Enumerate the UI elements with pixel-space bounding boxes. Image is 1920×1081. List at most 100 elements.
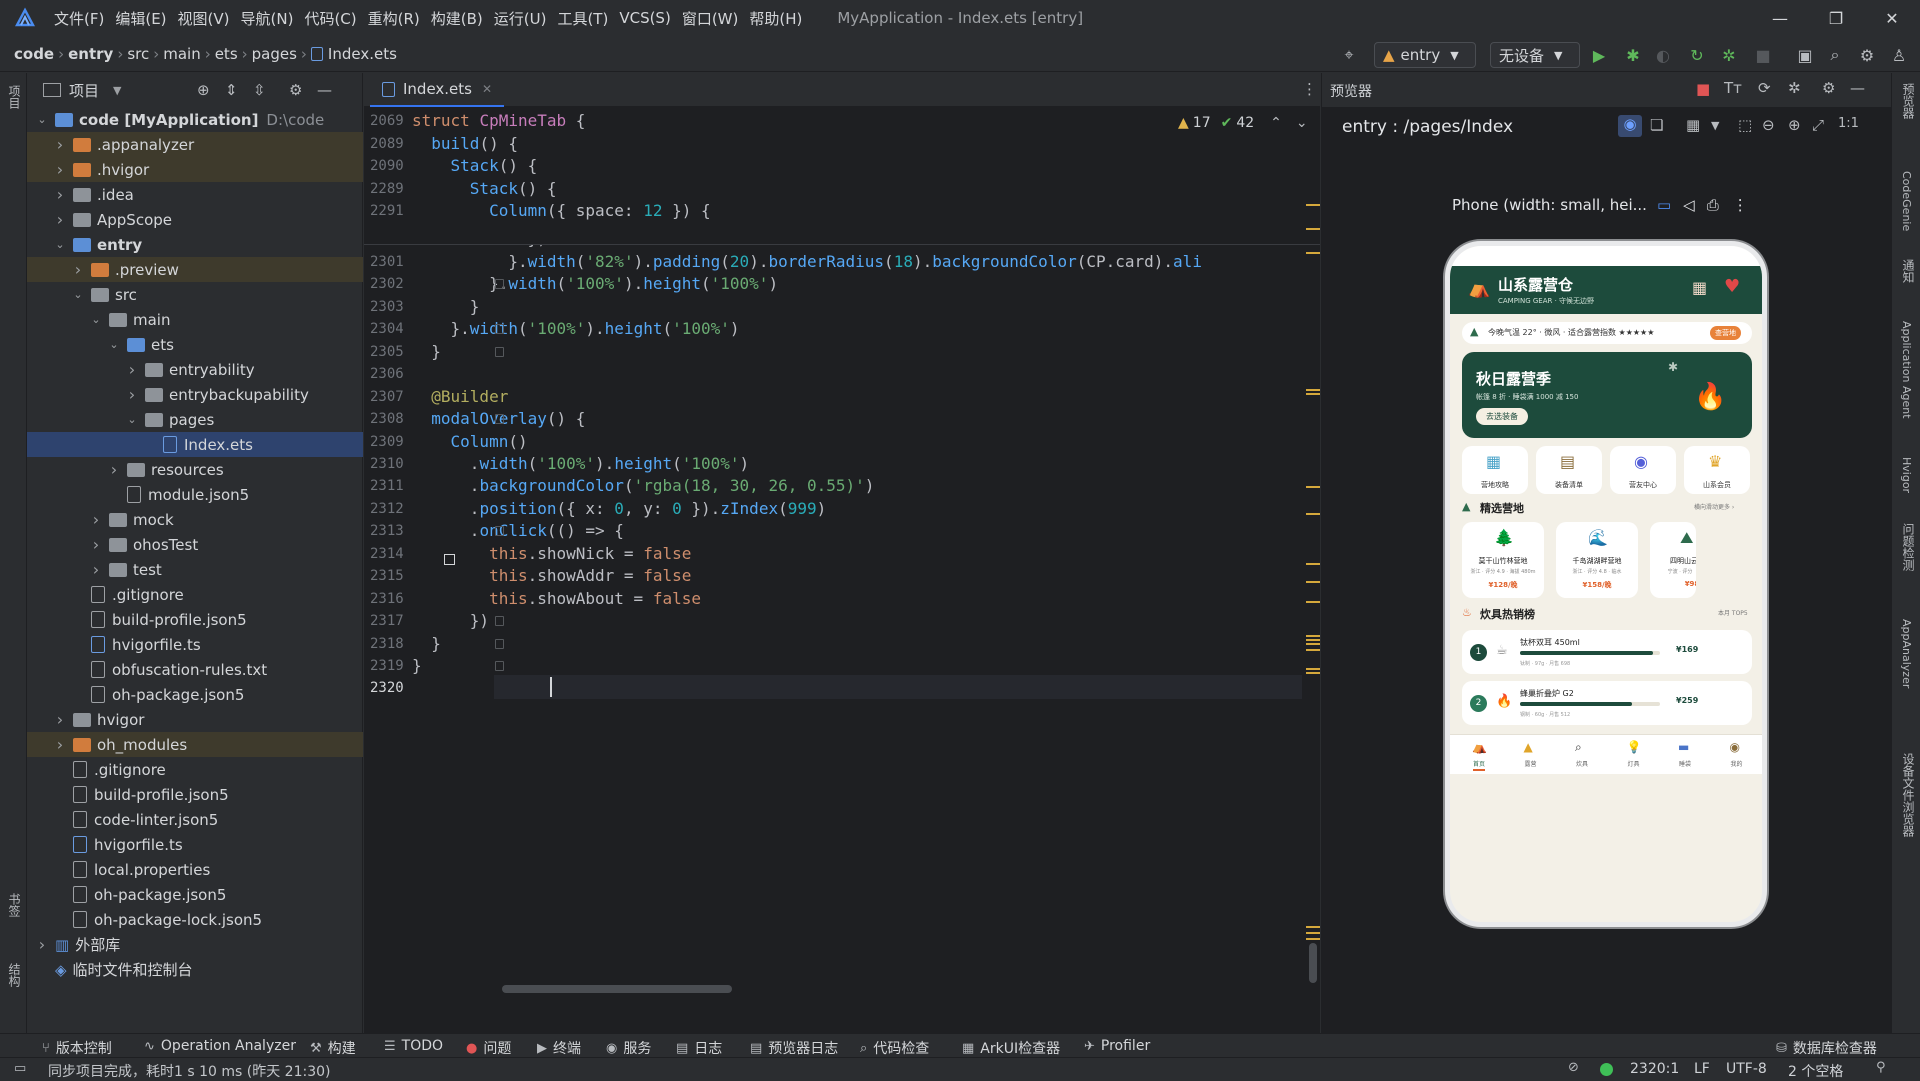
- chevron-down-icon[interactable]: ⌄: [71, 288, 85, 301]
- tree-item[interactable]: hvigorfile.ts: [27, 832, 363, 857]
- section-more-link[interactable]: 本月 TOP5: [1718, 608, 1748, 617]
- section-more-link[interactable]: 横向滑动更多 ›: [1694, 502, 1734, 511]
- breadcrumb-item[interactable]: pages: [252, 45, 297, 63]
- menu-item[interactable]: 文件(F): [54, 8, 104, 29]
- tree-item[interactable]: › hvigor: [27, 707, 363, 732]
- expand-all-icon[interactable]: ⇕: [225, 81, 238, 99]
- refresh-icon[interactable]: ⟳: [1758, 79, 1771, 97]
- codegenie-tool-button[interactable]: CodeGenie: [1900, 171, 1913, 231]
- breadcrumb-item[interactable]: src: [127, 45, 149, 63]
- horizontal-scrollbar[interactable]: [502, 985, 732, 993]
- tree-item[interactable]: hvigorfile.ts: [27, 632, 363, 657]
- shortcut-item[interactable]: ▦ 营地攻略: [1462, 446, 1528, 494]
- tree-item[interactable]: › test: [27, 557, 363, 582]
- breadcrumb-item[interactable]: code: [14, 45, 54, 63]
- grid-icon[interactable]: ▦: [1686, 116, 1700, 134]
- tool-window-button[interactable]: ▤ 预览器日志: [750, 1038, 838, 1058]
- tree-item[interactable]: › resources: [27, 457, 363, 482]
- menu-item[interactable]: 构建(B): [431, 8, 483, 29]
- tree-item[interactable]: › ohosTest: [27, 532, 363, 557]
- breadcrumb-item[interactable]: main: [163, 45, 200, 63]
- attach-debugger-icon[interactable]: ✲: [1718, 44, 1740, 66]
- heart-icon[interactable]: ♥: [1724, 276, 1740, 297]
- collapse-all-icon[interactable]: ⇳: [253, 81, 266, 99]
- close-window-button[interactable]: ✕: [1864, 0, 1920, 36]
- locate-icon[interactable]: ⊕: [197, 81, 210, 99]
- fold-marker-icon[interactable]: [495, 616, 504, 627]
- rotate-icon[interactable]: ⎙: [1707, 196, 1719, 214]
- error-stripe-mark[interactable]: [1306, 635, 1320, 637]
- more-options-icon[interactable]: ⋮: [1733, 196, 1748, 214]
- tool-window-button[interactable]: ☰ TODO: [384, 1038, 443, 1054]
- project-structure-icon[interactable]: ▣: [1794, 44, 1816, 66]
- menu-item[interactable]: VCS(S): [619, 9, 670, 27]
- previewer-tool-button[interactable]: 预览器: [1900, 83, 1917, 119]
- tree-item[interactable]: › .appanalyzer: [27, 132, 363, 157]
- profile-icon[interactable]: ◐: [1652, 44, 1674, 66]
- menu-item[interactable]: 编辑(E): [115, 8, 166, 29]
- error-stripe-mark[interactable]: [1306, 643, 1320, 645]
- back-icon[interactable]: ◁: [1683, 196, 1695, 214]
- error-stripe-mark[interactable]: [1306, 513, 1320, 515]
- tree-item[interactable]: ◈ 临时文件和控制台: [27, 957, 363, 982]
- tree-item[interactable]: ⌄ code [MyApplication] D:\code: [27, 107, 363, 132]
- chevron-down-icon[interactable]: ▼: [113, 84, 121, 97]
- fold-marker-icon[interactable]: [495, 324, 504, 335]
- error-stripe-mark[interactable]: [1306, 672, 1320, 674]
- tool-window-button[interactable]: ▤ 日志: [676, 1038, 722, 1058]
- problem-detect-tool-button[interactable]: 问题检测: [1900, 523, 1917, 571]
- zoom-in-icon[interactable]: ⊕: [1788, 116, 1801, 134]
- error-stripe-mark[interactable]: [1306, 649, 1320, 651]
- chevron-right-icon[interactable]: ›: [89, 535, 103, 554]
- tool-window-button[interactable]: ▶ 终端: [537, 1038, 581, 1058]
- project-tool-button[interactable]: 项目: [6, 85, 23, 109]
- menu-item[interactable]: 帮助(H): [749, 8, 802, 29]
- code-line[interactable]: .onClick(() => {: [412, 521, 624, 540]
- phone-preview[interactable]: ⛺ 山系露营仓 CAMPING GEAR · 守候无边野 ▦ ♥ ▲ 今晚气温 …: [1445, 241, 1767, 927]
- error-stripe-mark[interactable]: [1306, 938, 1320, 940]
- file-encoding[interactable]: UTF-8: [1726, 1061, 1767, 1077]
- tree-item[interactable]: › entryability: [27, 357, 363, 382]
- code-line[interactable]: }.width('82%').padding(20).borderRadius(…: [412, 252, 1202, 271]
- code-line[interactable]: }: [412, 342, 441, 361]
- tree-item[interactable]: › .idea: [27, 182, 363, 207]
- chevron-right-icon[interactable]: ›: [53, 135, 67, 154]
- code-line[interactable]: }): [412, 611, 489, 630]
- bottom-tab[interactable]: ⛺ 首页: [1454, 739, 1504, 773]
- tool-window-button[interactable]: ⌕ 代码检查: [860, 1038, 929, 1058]
- chevron-down-icon[interactable]: ⌄: [53, 238, 67, 251]
- camp-card[interactable]: 🌊 千岛湖湖畔营地 浙江 · 评分 4.8 · 临水 ¥158/晚: [1556, 522, 1638, 598]
- tree-item[interactable]: ⌄ src: [27, 282, 363, 307]
- tree-item[interactable]: ⌄ pages: [27, 407, 363, 432]
- menu-item[interactable]: 重构(R): [368, 8, 420, 29]
- ranking-item[interactable]: 1 ☕ 钛杯双耳 450ml 钛制 · 97g · 月售 698 ¥169: [1462, 630, 1752, 674]
- close-tab-icon[interactable]: ✕: [482, 82, 492, 96]
- one-to-one-icon[interactable]: 1:1: [1838, 116, 1859, 131]
- application-agent-tool-button[interactable]: Application Agent: [1900, 321, 1913, 419]
- breadcrumb-item[interactable]: entry: [68, 45, 113, 63]
- chevron-right-icon[interactable]: ›: [53, 210, 67, 229]
- menu-item[interactable]: 窗口(W): [682, 8, 739, 29]
- line-separator[interactable]: LF: [1694, 1061, 1710, 1077]
- chevron-right-icon[interactable]: ›: [71, 260, 85, 279]
- error-stripe-mark[interactable]: [1306, 639, 1320, 641]
- error-stripe-mark[interactable]: [1306, 601, 1320, 603]
- bottom-tab[interactable]: ▬ 睡袋: [1660, 739, 1710, 773]
- fold-marker-icon[interactable]: [495, 638, 504, 649]
- tree-item[interactable]: .gitignore: [27, 757, 363, 782]
- tree-item[interactable]: ⌄ ets: [27, 332, 363, 357]
- shortcut-item[interactable]: ◉ 营友中心: [1610, 446, 1676, 494]
- tree-item[interactable]: › mock: [27, 507, 363, 532]
- code-line[interactable]: this.showAbout = false: [412, 589, 701, 608]
- layers-icon[interactable]: ❏: [1650, 116, 1663, 134]
- fold-marker-icon[interactable]: [495, 414, 504, 425]
- chevron-right-icon[interactable]: ›: [53, 185, 67, 204]
- chevron-right-icon[interactable]: ›: [125, 385, 139, 404]
- device-label[interactable]: Phone (width: small, hei...: [1452, 196, 1647, 214]
- tree-item[interactable]: oh-package.json5: [27, 882, 363, 907]
- account-icon[interactable]: ♙: [1888, 44, 1910, 66]
- chevron-down-icon[interactable]: ⌄: [89, 313, 103, 326]
- lock-icon[interactable]: ⚲: [1876, 1060, 1886, 1075]
- error-stripe-mark[interactable]: [1306, 389, 1320, 391]
- appanalyzer-tool-button[interactable]: AppAnalyzer: [1900, 619, 1913, 688]
